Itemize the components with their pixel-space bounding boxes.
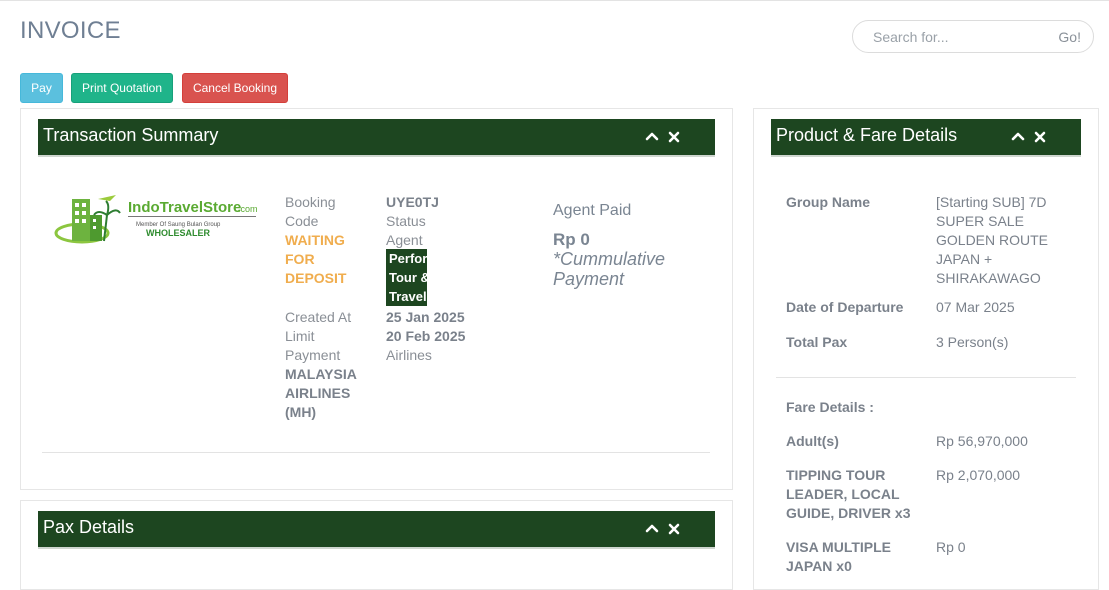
status-label: Status [386, 213, 426, 229]
page-title: INVOICE [20, 17, 121, 44]
total-pax-value: 3 Person(s) [936, 334, 1009, 350]
agent-value: Performa Tour & Travel [386, 249, 427, 306]
booking-code-label: Booking Code [285, 194, 336, 229]
group-name-label: Group Name [786, 194, 871, 210]
cancel-booking-button[interactable]: Cancel Booking [182, 73, 288, 103]
group-name-value: [Starting SUB] 7D SUPER SALE GOLDEN ROUT… [936, 194, 1049, 286]
close-icon[interactable] [666, 520, 682, 536]
logo-brand-suffix: .com [238, 204, 258, 214]
created-at-value: 25 Jan 2025 [386, 309, 465, 325]
airlines-label: Airlines [386, 347, 432, 363]
visa-value: Rp 0 [936, 539, 966, 555]
created-limit-labels: Created At Limit Payment [285, 309, 352, 363]
logo-brand: IndoTravelStore [128, 199, 241, 216]
transaction-summary-header: Transaction Summary [38, 119, 715, 157]
booking-code-value: UYE0TJ [386, 194, 439, 210]
indotravelstore-logo: IndoTravelStore .com Member Of Saung Bul… [52, 191, 258, 247]
search-box: Go! [852, 20, 1094, 53]
adult-label: Adult(s) [786, 433, 839, 449]
print-quotation-button[interactable]: Print Quotation [71, 73, 173, 103]
logo-sub: WHOLESALER [146, 228, 210, 238]
search-input[interactable] [854, 22, 1039, 51]
status-value: WAITING FOR DEPOSIT [285, 232, 347, 286]
tipping-label: TIPPING TOUR LEADER, LOCAL GUIDE, DRIVER… [786, 467, 911, 521]
agent-paid-note: *Cummulative Payment [553, 249, 666, 289]
panel-title: Pax Details [43, 517, 135, 537]
agent-label: Agent [386, 232, 423, 248]
panel-title: Product & Fare Details [776, 125, 958, 145]
airline-value: MALAYSIA AIRLINES (MH) [285, 366, 357, 420]
close-icon[interactable] [666, 128, 682, 144]
fare-details-label: Fare Details : [786, 399, 874, 415]
product-fare-header: Product & Fare Details [771, 119, 1081, 157]
limit-payment-value: 20 Feb 2025 [386, 328, 466, 344]
chevron-up-icon[interactable] [1010, 128, 1026, 144]
visa-label: VISA MULTIPLE JAPAN x0 [786, 539, 891, 574]
agent-paid-amount: Rp 0 [553, 230, 590, 249]
pax-details-header: Pax Details [38, 511, 715, 549]
tipping-value: Rp 2,070,000 [936, 467, 1021, 483]
total-pax-label: Total Pax [786, 334, 848, 350]
transaction-summary-panel [20, 108, 733, 490]
departure-value: 07 Mar 2025 [936, 299, 1015, 315]
chevron-up-icon[interactable] [644, 128, 660, 144]
adult-value: Rp 56,970,000 [936, 433, 1028, 449]
close-icon[interactable] [1032, 128, 1048, 144]
fare-divider [776, 377, 1076, 378]
top-border [0, 0, 1109, 1]
pay-button[interactable]: Pay [20, 73, 63, 103]
chevron-up-icon[interactable] [644, 520, 660, 536]
agent-paid-label: Agent Paid [553, 202, 632, 219]
panel-title: Transaction Summary [43, 125, 219, 145]
search-go-button[interactable]: Go! [1058, 29, 1081, 45]
summary-divider [42, 452, 710, 453]
departure-label: Date of Departure [786, 299, 904, 315]
